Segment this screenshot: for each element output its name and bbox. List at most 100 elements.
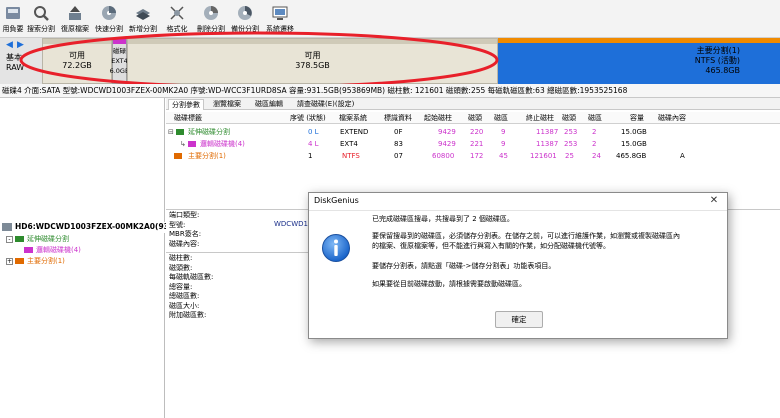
nav-left-arrow[interactable]: ◀ <box>6 40 13 50</box>
diskmap-segment-free-2[interactable]: 可用 378.5GB <box>127 38 498 84</box>
col-header[interactable]: 檔案系統 <box>339 112 367 124</box>
toolbar-button-quick-partition[interactable]: 快速分割 <box>94 2 124 36</box>
tree-item-primary[interactable]: + 主要分割(1) <box>6 256 156 267</box>
cell: 4 L <box>308 140 319 148</box>
cell: 9429 <box>438 140 456 148</box>
cell: 15.0GB <box>621 140 647 148</box>
toolbar-label: 系統遷移 <box>266 25 294 33</box>
cell: 172 <box>470 152 484 160</box>
tree-line: ↳ <box>180 140 186 148</box>
toolbar-button-migrate[interactable]: 系統遷移 <box>264 2 296 36</box>
toolbar-button-format[interactable]: 格式化 <box>162 2 192 36</box>
cell: 9 <box>501 140 506 148</box>
cell: 15.0GB <box>621 128 647 136</box>
cell: 2 <box>592 140 597 148</box>
col-header[interactable]: 終止磁柱 <box>526 112 554 124</box>
close-icon[interactable]: ✕ <box>707 194 721 208</box>
nav-right-arrow[interactable]: ▶ <box>17 40 24 50</box>
tree-item-label: 邏輯磁碟機(4) <box>36 246 81 254</box>
partition-table-header: 磁碟標籤 序號 (狀態) 檔案系統 標識資料 起始磁柱 磁頭 磁區 終止磁柱 磁… <box>166 112 780 124</box>
expand-icon[interactable]: + <box>6 258 13 265</box>
cell: 60800 <box>432 152 455 160</box>
collapse-icon[interactable]: - <box>6 236 13 243</box>
toolbar-label: 搜索分割 <box>27 25 55 33</box>
col-header[interactable]: 磁區 <box>588 112 602 124</box>
tree-item-label: 主要分割(1) <box>27 257 65 265</box>
col-header[interactable]: 起始磁柱 <box>424 112 452 124</box>
dialog-body: 已完成磁碟區搜尋，共搜尋到了 2 個磁碟區。 要保留搜尋到的磁碟區，必須儲存分割… <box>309 211 727 338</box>
toolbar-label: 格式化 <box>166 25 188 33</box>
disk-info-bar: 磁碟4 介面:SATA 型號:WDCWD1003FZEX-00MK2A0 序號:… <box>0 84 780 98</box>
new-partition-icon <box>136 9 150 20</box>
detail-label: 總容量: <box>169 282 193 291</box>
search-icon <box>34 6 49 21</box>
toolbar-button-search[interactable]: 搜索分割 <box>26 2 56 36</box>
cell: 253 <box>564 140 578 148</box>
toolbar-label: 備份分割 <box>231 25 259 33</box>
dialog-message-line: 要儲存分割表，請點選「磁碟->儲存分割表」功能表項目。 <box>372 262 556 270</box>
diskmap-segment-free-1[interactable]: 可用 72.2GB <box>42 38 112 84</box>
ok-button[interactable]: 確定 <box>495 311 543 328</box>
disk-icon <box>6 7 20 19</box>
backup-icon <box>238 6 252 20</box>
toolbar-button-delete[interactable]: 刪除分割 <box>196 2 226 36</box>
toolbar-button-save[interactable]: 用負要 <box>2 2 24 36</box>
diskmap-segment-ext4[interactable]: 磁碌 EXT4 6.0GB <box>110 38 129 84</box>
message-dialog: DiskGenius ✕ 已完成磁碟區搜尋，共搜尋到了 2 個磁碟區。 要保留搜… <box>308 192 728 339</box>
table-row[interactable]: 主要分割(1) 1 NTFS 07 60800 172 45 121601 25… <box>166 150 780 162</box>
detail-label: 端口類型: <box>169 211 200 219</box>
cell: A <box>680 152 685 160</box>
col-header[interactable]: 磁區 <box>494 112 508 124</box>
col-header[interactable]: 磁碟內容 <box>658 112 686 124</box>
col-header[interactable]: 磁碟標籤 <box>174 112 202 124</box>
partition-icon <box>176 129 184 135</box>
dialog-message-line: 的檔案、復原檔案等，但不能進行與寫入有關的作業，如分配磁碟機代號等。 <box>372 242 610 250</box>
col-header[interactable]: 磁頭 <box>562 112 576 124</box>
cell: 0F <box>394 128 403 136</box>
tree-disk-node[interactable]: HD6:WDCWD1003FZEX-00MK2A0(932 <box>2 222 174 233</box>
tab-browse-files[interactable]: 瀏覽檔案 <box>210 99 244 110</box>
detail-label: 型號: <box>169 220 186 229</box>
disk-map-left-info: ◀ ▶ 基本 RAW <box>0 38 42 84</box>
dialog-title-bar[interactable]: DiskGenius ✕ <box>309 193 727 211</box>
toolbar-label: 新增分割 <box>129 25 157 33</box>
tree-item-extended[interactable]: - 延伸磁碟分割 <box>6 234 156 245</box>
table-row[interactable]: ⊟ 延伸磁碟分割 0 L EXTEND 0F 9429 220 9 11387 … <box>166 126 780 138</box>
cell: 24 <box>592 152 601 160</box>
toolbar-label: 刪除分割 <box>197 25 225 33</box>
cell: 221 <box>470 140 484 148</box>
diskmap-segment-primary[interactable]: 主要分割(1) NTFS (活動) 465.8GB <box>498 38 780 84</box>
cell: 11387 <box>536 128 559 136</box>
tab-sector-edit[interactable]: 磁區編輯 <box>252 99 286 110</box>
toolbar-label: 復原檔案 <box>61 25 89 33</box>
col-header[interactable]: 容量 <box>630 112 644 124</box>
toolbar-button-backup[interactable]: 備份分割 <box>230 2 260 36</box>
tab-partition-params[interactable]: 分割參數 <box>168 99 204 110</box>
cell: 0 L <box>308 128 319 136</box>
segment-label: 主要分割(1) <box>696 46 740 55</box>
dialog-message-line: 如果要從目前磁碟啟動，請根據需要啟動磁碟區。 <box>372 280 526 288</box>
cell-label: 延伸磁碟分割 <box>188 128 230 136</box>
restore-icon <box>69 6 81 20</box>
col-header[interactable]: 序號 (狀態) <box>290 112 326 124</box>
cell: EXTEND <box>340 128 369 136</box>
table-row[interactable]: ↳ 邏輯磁碟機(4) 4 L EXT4 83 9429 221 9 11387 … <box>166 138 780 150</box>
segment-label: 可用 <box>304 51 321 60</box>
partition-icon <box>15 236 24 242</box>
col-header[interactable]: 標識資料 <box>384 112 412 124</box>
cell: EXT4 <box>340 140 358 148</box>
toolbar-button-restore[interactable]: 復原檔案 <box>60 2 90 36</box>
tree-item-label: 延伸磁碟分割 <box>27 235 69 243</box>
segment-size: 465.8GB <box>705 66 740 75</box>
expand-icon: ⊟ <box>168 128 174 136</box>
toolbar-button-new-partition[interactable]: 新增分割 <box>128 2 158 36</box>
cell-label: 主要分割(1) <box>188 152 226 160</box>
partition-icon <box>15 258 24 264</box>
partition-icon <box>174 153 182 159</box>
col-header[interactable]: 磁頭 <box>468 112 482 124</box>
tree-item-logical[interactable]: 邏輯磁碟機(4) <box>24 245 164 256</box>
cell: 83 <box>394 140 403 148</box>
cell: 25 <box>565 152 574 160</box>
tab-disk-settings[interactable]: 請查磁碟(E)(設定) <box>294 99 357 110</box>
delete-icon <box>204 6 218 20</box>
